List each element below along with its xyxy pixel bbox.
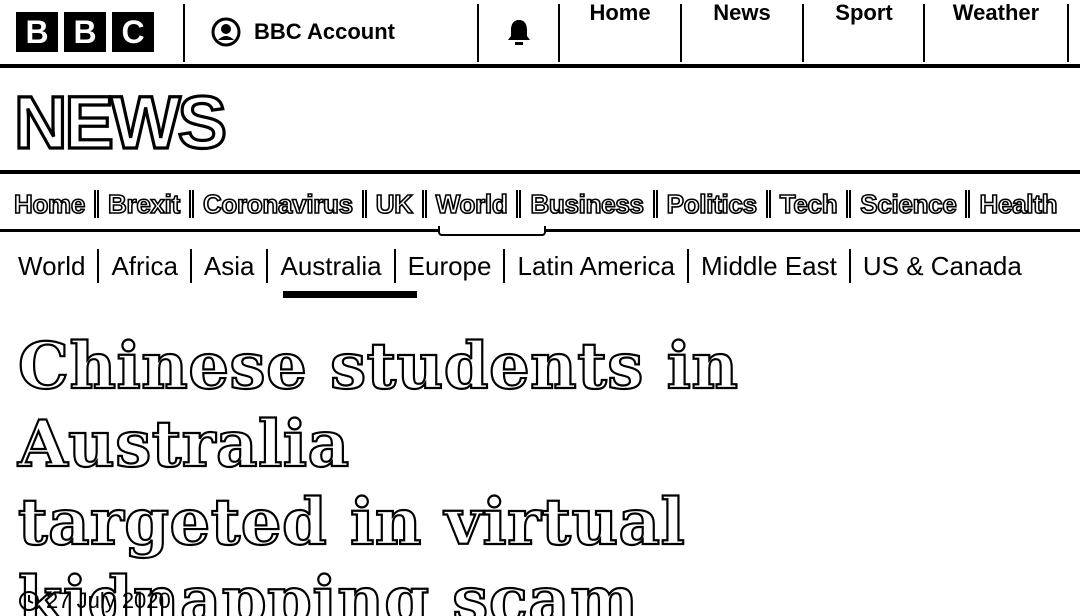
- news-wordmark-text: NEWS: [14, 88, 225, 158]
- account-label: BBC Account: [254, 19, 395, 44]
- banner-rule: [0, 170, 1080, 174]
- sub-nav-divider: [266, 249, 269, 283]
- headline-line: targeted in virtual: [17, 484, 686, 561]
- clock-icon: [19, 591, 39, 611]
- top-nav-news[interactable]: News: [682, 0, 802, 64]
- bbc-logo-block: B: [64, 12, 106, 52]
- bbc-logo-block: C: [112, 12, 154, 52]
- sub-nav-divider: [503, 249, 506, 283]
- bbc-logo[interactable]: B B C: [16, 12, 154, 52]
- section-nav-divider: [361, 190, 367, 218]
- global-header: B B C BBC Account Home News Sport Weathe…: [0, 0, 1080, 66]
- section-nav-selected-indicator: [438, 226, 546, 236]
- section-nav-divider: [652, 190, 658, 218]
- section-nav-divider: [94, 190, 100, 218]
- section-nav-politics[interactable]: Politics: [666, 188, 758, 220]
- bbc-logo-letter: C: [121, 14, 145, 50]
- section-nav-coronavirus[interactable]: Coronavirus: [202, 188, 354, 220]
- bbc-logo-letter: B: [73, 14, 97, 50]
- section-nav: Home Brexit Coronavirus UK World Busines…: [0, 180, 1080, 228]
- news-wordmark[interactable]: NEWS: [12, 88, 242, 158]
- section-nav-divider: [421, 190, 427, 218]
- account-icon: [211, 17, 241, 47]
- sub-nav-asia[interactable]: Asia: [204, 251, 255, 282]
- section-nav-world[interactable]: World: [435, 188, 509, 220]
- section-nav-science[interactable]: Science: [859, 188, 957, 220]
- top-nav-weather[interactable]: Weather: [925, 0, 1067, 64]
- headline-line: Chinese students in Australia: [17, 328, 739, 483]
- sub-nav-world[interactable]: World: [18, 251, 85, 282]
- bell-icon[interactable]: [503, 16, 535, 48]
- sub-nav-divider: [687, 249, 690, 283]
- sub-nav-australia[interactable]: Australia: [280, 251, 381, 282]
- sub-nav-europe[interactable]: Europe: [408, 251, 492, 282]
- sub-nav-middle-east[interactable]: Middle East: [701, 251, 837, 282]
- header-divider: [1067, 4, 1069, 62]
- bbc-account-link[interactable]: BBC Account: [210, 14, 395, 50]
- sub-nav-africa[interactable]: Africa: [111, 251, 177, 282]
- section-nav-home[interactable]: Home: [13, 188, 86, 220]
- sub-nav-divider: [848, 249, 851, 283]
- section-nav-brexit[interactable]: Brexit: [107, 188, 181, 220]
- section-nav-divider: [765, 190, 771, 218]
- section-nav-tech[interactable]: Tech: [779, 188, 838, 220]
- section-nav-divider: [965, 190, 971, 218]
- header-divider: [183, 4, 185, 62]
- section-nav-business[interactable]: Business: [530, 188, 645, 220]
- article-date: 27 July 2020: [46, 588, 171, 613]
- bbc-logo-letter: B: [25, 14, 49, 50]
- sub-nav-latin-america[interactable]: Latin America: [517, 251, 675, 282]
- section-nav-health[interactable]: Health: [979, 188, 1059, 220]
- section-nav-divider: [846, 190, 852, 218]
- top-nav-home[interactable]: Home: [560, 0, 680, 64]
- sub-nav-us-canada[interactable]: US & Canada: [863, 251, 1022, 282]
- header-rule: [0, 64, 1080, 68]
- sub-nav: World Africa Asia Australia Europe Latin…: [0, 242, 1080, 290]
- sub-nav-divider: [189, 249, 192, 283]
- bbc-logo-block: B: [16, 12, 58, 52]
- article-headline: Chinese students in Australia targeted i…: [17, 328, 1078, 616]
- header-divider: [477, 4, 479, 62]
- article-dateline: 27 July 2020: [18, 588, 171, 614]
- top-nav-sport[interactable]: Sport: [804, 0, 924, 64]
- sub-nav-selected-underline: [283, 291, 417, 298]
- sub-nav-divider: [393, 249, 396, 283]
- section-nav-divider: [516, 190, 522, 218]
- sub-nav-divider: [97, 249, 100, 283]
- section-nav-uk[interactable]: UK: [375, 188, 414, 220]
- section-nav-divider: [188, 190, 194, 218]
